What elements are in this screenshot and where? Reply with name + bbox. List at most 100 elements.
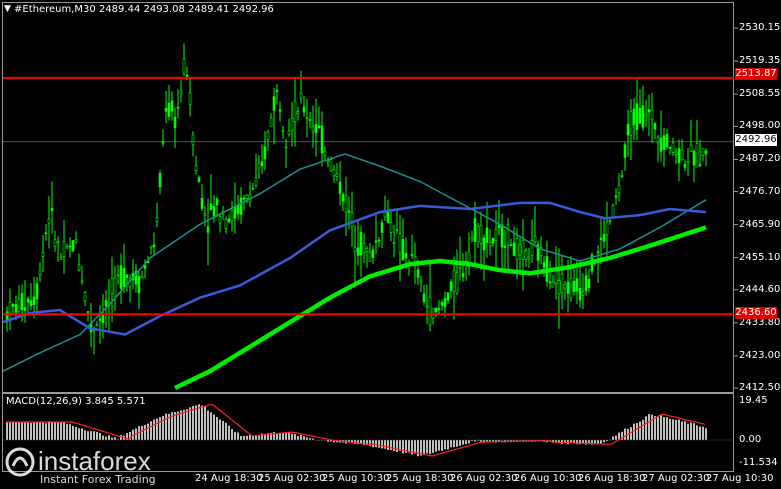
macd-bar (612, 436, 614, 440)
candle-body (332, 168, 336, 177)
macd-bar (681, 421, 683, 440)
candle-body (302, 106, 306, 113)
macd-bar (81, 428, 83, 440)
candle-body (701, 148, 705, 156)
macd-bar (438, 440, 440, 451)
macd-bar (303, 436, 305, 440)
macd-bar (660, 415, 662, 440)
macd-bar (705, 428, 707, 440)
candle-body (653, 123, 657, 130)
macd-bar (243, 435, 245, 440)
macd-bar (33, 421, 35, 440)
candle-body (299, 92, 303, 99)
candle-body (416, 269, 420, 278)
candle-body (419, 280, 423, 283)
candle-body (365, 248, 369, 252)
collapse-arrow-icon[interactable]: ▼ (4, 4, 11, 14)
candle-body (392, 242, 396, 244)
candle-body (269, 117, 273, 127)
brand-tagline: Instant Forex Trading (40, 473, 156, 486)
candle-body (179, 90, 183, 95)
candle-body (149, 246, 153, 249)
candle-body (263, 146, 267, 160)
macd-bar (90, 431, 92, 440)
candle-body (647, 109, 651, 113)
macd-bar (480, 440, 482, 442)
candle-body (644, 114, 648, 118)
candle-body (215, 198, 219, 206)
candle-body (305, 116, 309, 119)
candle-body (245, 194, 249, 200)
macd-bar (9, 422, 11, 440)
macd-bar (651, 414, 653, 440)
macd-bar (396, 440, 398, 453)
candle-body (440, 301, 444, 306)
macd-bar (645, 416, 647, 440)
candle-body (635, 103, 639, 130)
candle-body (629, 111, 633, 136)
candle-body (314, 124, 318, 134)
candle-body (689, 144, 693, 152)
candle-body (74, 239, 78, 243)
candle-body (32, 296, 36, 306)
candle-body (116, 274, 120, 277)
candle-body (53, 239, 57, 247)
candle-body (512, 242, 516, 256)
candle-body (563, 284, 567, 289)
brand-name: instaforex (38, 446, 151, 476)
candle-body (368, 251, 372, 262)
macd-bar (198, 404, 200, 440)
macd-bar (642, 419, 644, 440)
candle-body (437, 308, 441, 311)
candle-body (599, 237, 603, 240)
macd-bar (231, 429, 233, 440)
macd-bar (393, 440, 395, 452)
candle-body (239, 197, 243, 215)
candle-body (698, 164, 702, 167)
macd-bar (378, 440, 380, 448)
price-chart[interactable] (0, 0, 781, 489)
candle-body (335, 173, 339, 177)
time-axis-label: 27 Aug 02:30 (642, 473, 710, 484)
macd-bar (657, 416, 659, 440)
macd-bar (108, 435, 110, 440)
candle-body (479, 225, 483, 244)
price-axis-label: 2412.50 (739, 382, 781, 393)
resistance-price-tag: 2513.87 (735, 68, 777, 80)
candle-body (68, 245, 72, 248)
candle-body (62, 241, 66, 257)
candle-body (461, 273, 465, 277)
macd-bar (441, 440, 443, 451)
macd-bar (102, 435, 104, 440)
macd-bar (465, 440, 467, 445)
macd-axis-top: 19.45 (739, 395, 768, 406)
macd-bar (675, 419, 677, 440)
candle-body (20, 293, 24, 311)
price-axis-label: 2487.20 (739, 153, 781, 165)
candle-body (650, 110, 654, 120)
macd-bar (663, 417, 665, 440)
macd-bar (18, 422, 20, 440)
macd-bar (207, 410, 209, 440)
candle-body (452, 270, 456, 292)
macd-bar (669, 418, 671, 440)
candle-body (665, 133, 669, 148)
candle-body (209, 203, 213, 211)
candle-body (176, 106, 180, 109)
macd-bar (228, 425, 230, 440)
candle-body (524, 250, 528, 260)
candle-body (11, 304, 15, 307)
candle-body (113, 277, 117, 298)
macd-bar (297, 436, 299, 440)
candle-body (230, 210, 234, 222)
macd-bar (300, 434, 302, 440)
candle-body (197, 177, 201, 183)
candle-body (671, 142, 675, 153)
candle-body (374, 240, 378, 243)
candle-body (509, 244, 513, 247)
macd-bar (30, 423, 32, 440)
candle-body (260, 161, 264, 167)
candle-body (83, 292, 87, 302)
macd-bar (234, 432, 236, 440)
candle-body (347, 210, 351, 213)
